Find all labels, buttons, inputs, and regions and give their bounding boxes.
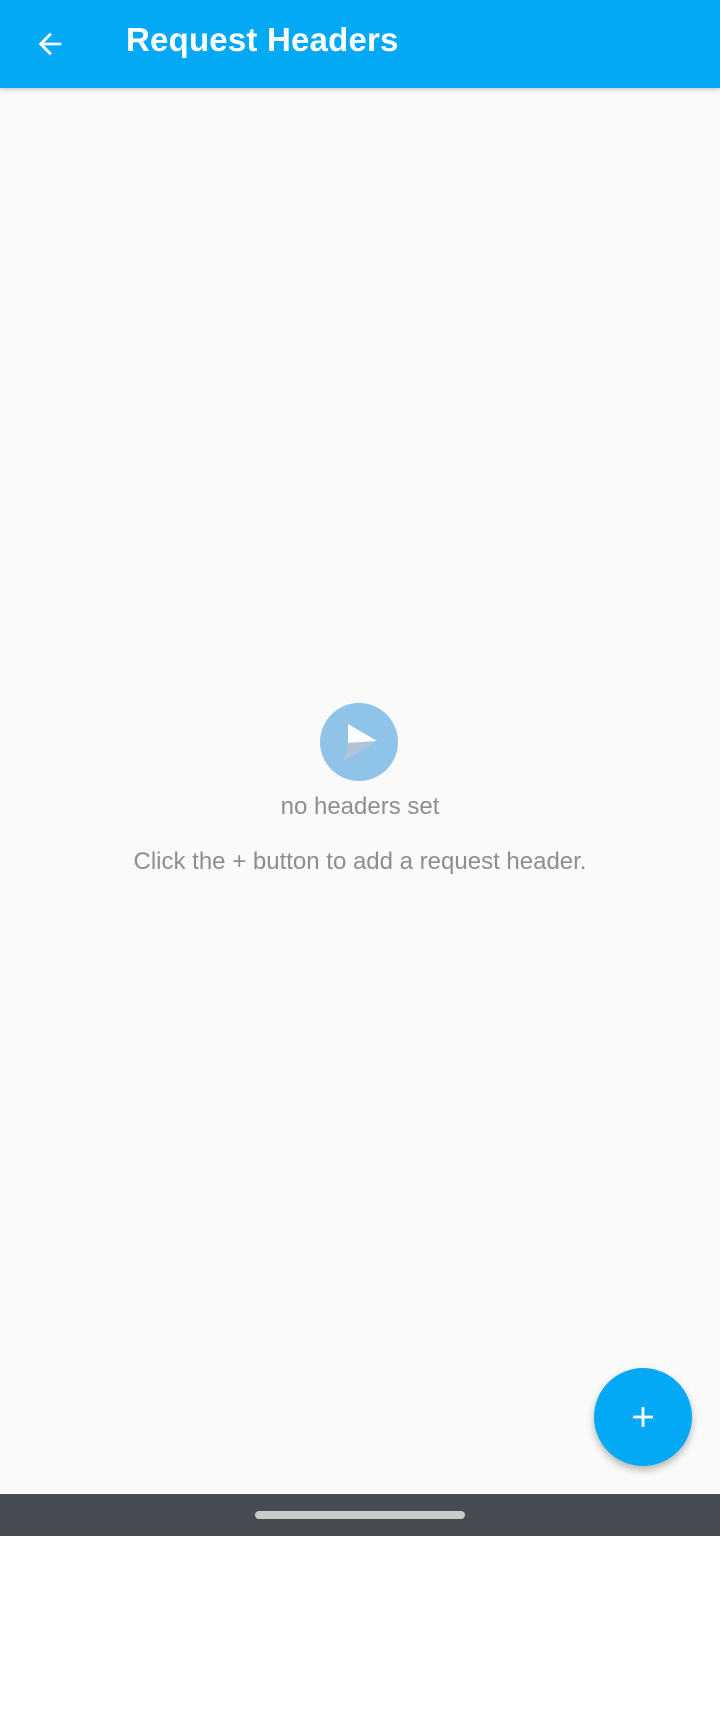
page-title: Request Headers (126, 21, 399, 58)
add-header-button[interactable] (594, 1368, 692, 1466)
system-navigation-bar (0, 1494, 720, 1536)
back-button[interactable] (22, 16, 78, 72)
paper-plane-icon (320, 703, 398, 781)
plus-icon (633, 1407, 653, 1427)
app-bar: Request Headers (0, 0, 720, 88)
home-gesture-handle[interactable] (255, 1511, 465, 1519)
empty-state-title: no headers set (280, 793, 440, 820)
empty-state-hint: Click the + button to add a request head… (133, 848, 587, 875)
blank-area (0, 1536, 720, 1712)
content-area: no headers set Click the + button to add… (0, 88, 720, 1494)
arrow-left-icon (38, 32, 62, 56)
